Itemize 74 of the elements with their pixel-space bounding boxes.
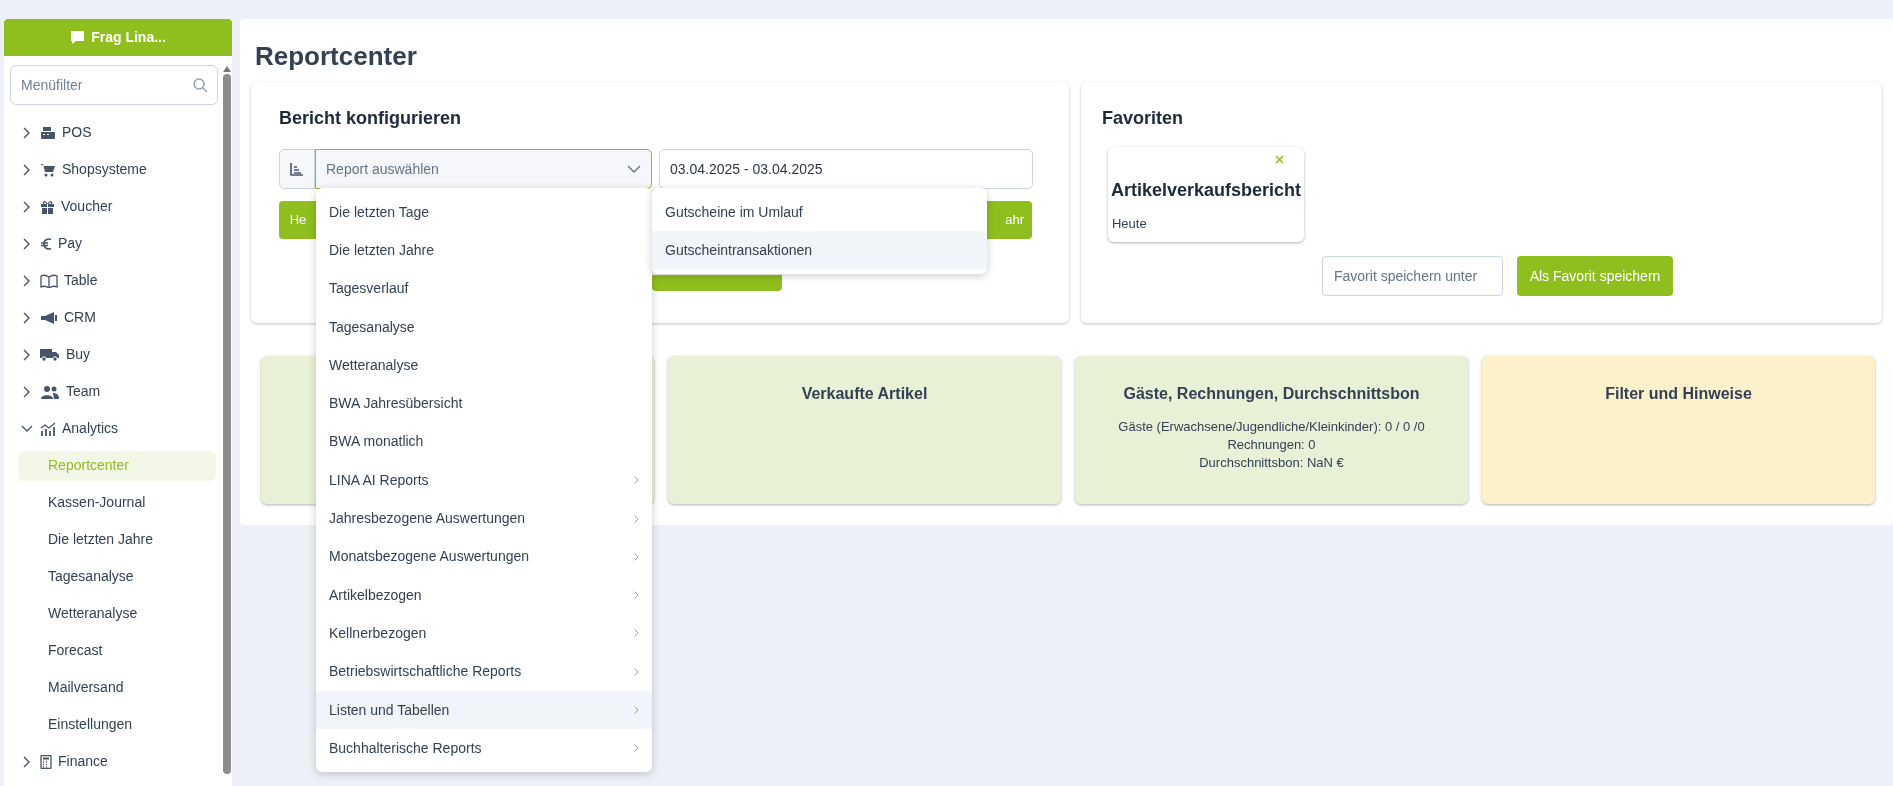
stat-card-title: Gäste, Rechnungen, Durchschnittsbon [1123,384,1420,404]
menu-item[interactable]: Die letzten Tage [316,193,652,232]
nav-item[interactable]: Table [64,270,98,291]
nav-item[interactable]: CRM [64,307,96,328]
favorite-title: Artikelverkaufsbericht [1109,179,1303,202]
menu-item[interactable]: Buchhalterische Reports [316,729,652,768]
nav-item[interactable]: Finance [58,751,108,772]
stat-line: Gäste (Erwachsene/Jugendliche/Kleinkinder): 0 / 0 /0 [1118,418,1425,436]
chevron-right-icon[interactable] [23,274,31,287]
cash-register-icon [40,125,56,140]
nav-subitem[interactable]: Mailversand [18,672,216,703]
stat-card-title: Filter und Hinweise [1605,384,1752,404]
scrollbar-thumb[interactable] [223,74,231,774]
users-icon [40,384,60,399]
menu-item[interactable]: Monatsbezogene Auswertungen [316,537,652,576]
stat-line: Rechnungen: 0 [1227,436,1316,454]
menu-item[interactable]: Gutscheine im Umlauf [652,193,987,231]
calculator-icon [40,754,52,769]
nav-subitem[interactable]: Die letzten Jahre [18,524,216,555]
menu-item[interactable]: Gutscheintransaktionen [652,231,987,269]
chevron-right-icon[interactable] [23,126,31,139]
chevron-right-icon[interactable] [23,163,31,176]
chevron-right-icon[interactable] [23,348,31,361]
menu-item[interactable]: Betriebswirtschaftliche Reports [316,652,652,691]
chevron-right-icon[interactable] [23,237,31,250]
favorite-name-field[interactable]: Favorit speichern unter [1322,256,1503,296]
menu-item[interactable]: Listen und Tabellen [316,690,652,730]
nav-subitem[interactable]: Wetteranalyse [18,598,216,629]
search-icon [192,77,208,93]
menu-item[interactable]: Tagesanalyse [316,307,652,347]
scroll-up-icon[interactable] [223,66,231,72]
gift-icon [40,199,55,214]
chevron-right-icon[interactable] [23,755,31,768]
menu-item[interactable]: LINA AI Reports [316,461,652,500]
chevron-down-icon[interactable] [21,424,33,433]
report-select[interactable]: Report auswählen [315,149,652,189]
menu-item[interactable]: Artikelbezogen [316,575,652,615]
page-title: Reportcenter [255,40,418,71]
nav-item[interactable]: Shopsysteme [62,159,147,180]
favorite-period: Heute [1111,215,1148,233]
nav-subitem[interactable]: Tagesanalyse [18,561,216,592]
nav-item[interactable]: Analytics [62,418,119,439]
stat-line: Durchschnittsbon: NaN € [1199,454,1344,472]
truck-icon [40,347,60,362]
book-icon [40,273,58,288]
menu-item[interactable]: BWA Jahresübersicht [316,384,652,423]
card-heading: Favoriten [1102,107,1184,130]
megaphone-icon [40,310,58,325]
analytics-icon [40,421,56,436]
nav-subitem[interactable]: Einstellungen [18,709,216,740]
nav-item[interactable]: Team [66,381,101,402]
favorite-card[interactable]: Artikelverkaufsbericht Heute [1108,147,1304,242]
menu-item[interactable]: BWA monatlich [316,422,652,462]
menu-item[interactable]: Wetteranalyse [316,346,652,385]
nav-item[interactable]: POS [62,122,92,143]
nav-item[interactable]: Voucher [61,196,113,217]
nav-item[interactable]: Pay [58,233,83,254]
chevron-right-icon[interactable] [23,311,31,324]
cart-icon [40,162,56,177]
nav-item[interactable]: Buy [66,344,91,365]
chevron-down-icon [627,165,641,173]
card-heading: Bericht konfigurieren [279,107,463,130]
menu-item[interactable]: Tagesverlauf [316,269,652,308]
nav-subitem[interactable]: Kassen-Journal [18,487,216,518]
menu-item[interactable]: Kellnerbezogen [316,614,652,653]
nav-subitem[interactable]: Forecast [18,635,216,666]
filter-field[interactable]: Menüfilter [10,65,218,105]
stat-card-title: Verkaufte Artikel [801,384,928,404]
chevron-right-icon[interactable] [23,385,31,398]
euro-icon [40,236,52,251]
chart-icon [290,162,304,176]
menu-item[interactable]: Jahresbezogene Auswertungen [316,499,652,538]
chevron-right-icon[interactable] [23,200,31,213]
menu-item[interactable]: Die letzten Jahre [316,231,652,270]
